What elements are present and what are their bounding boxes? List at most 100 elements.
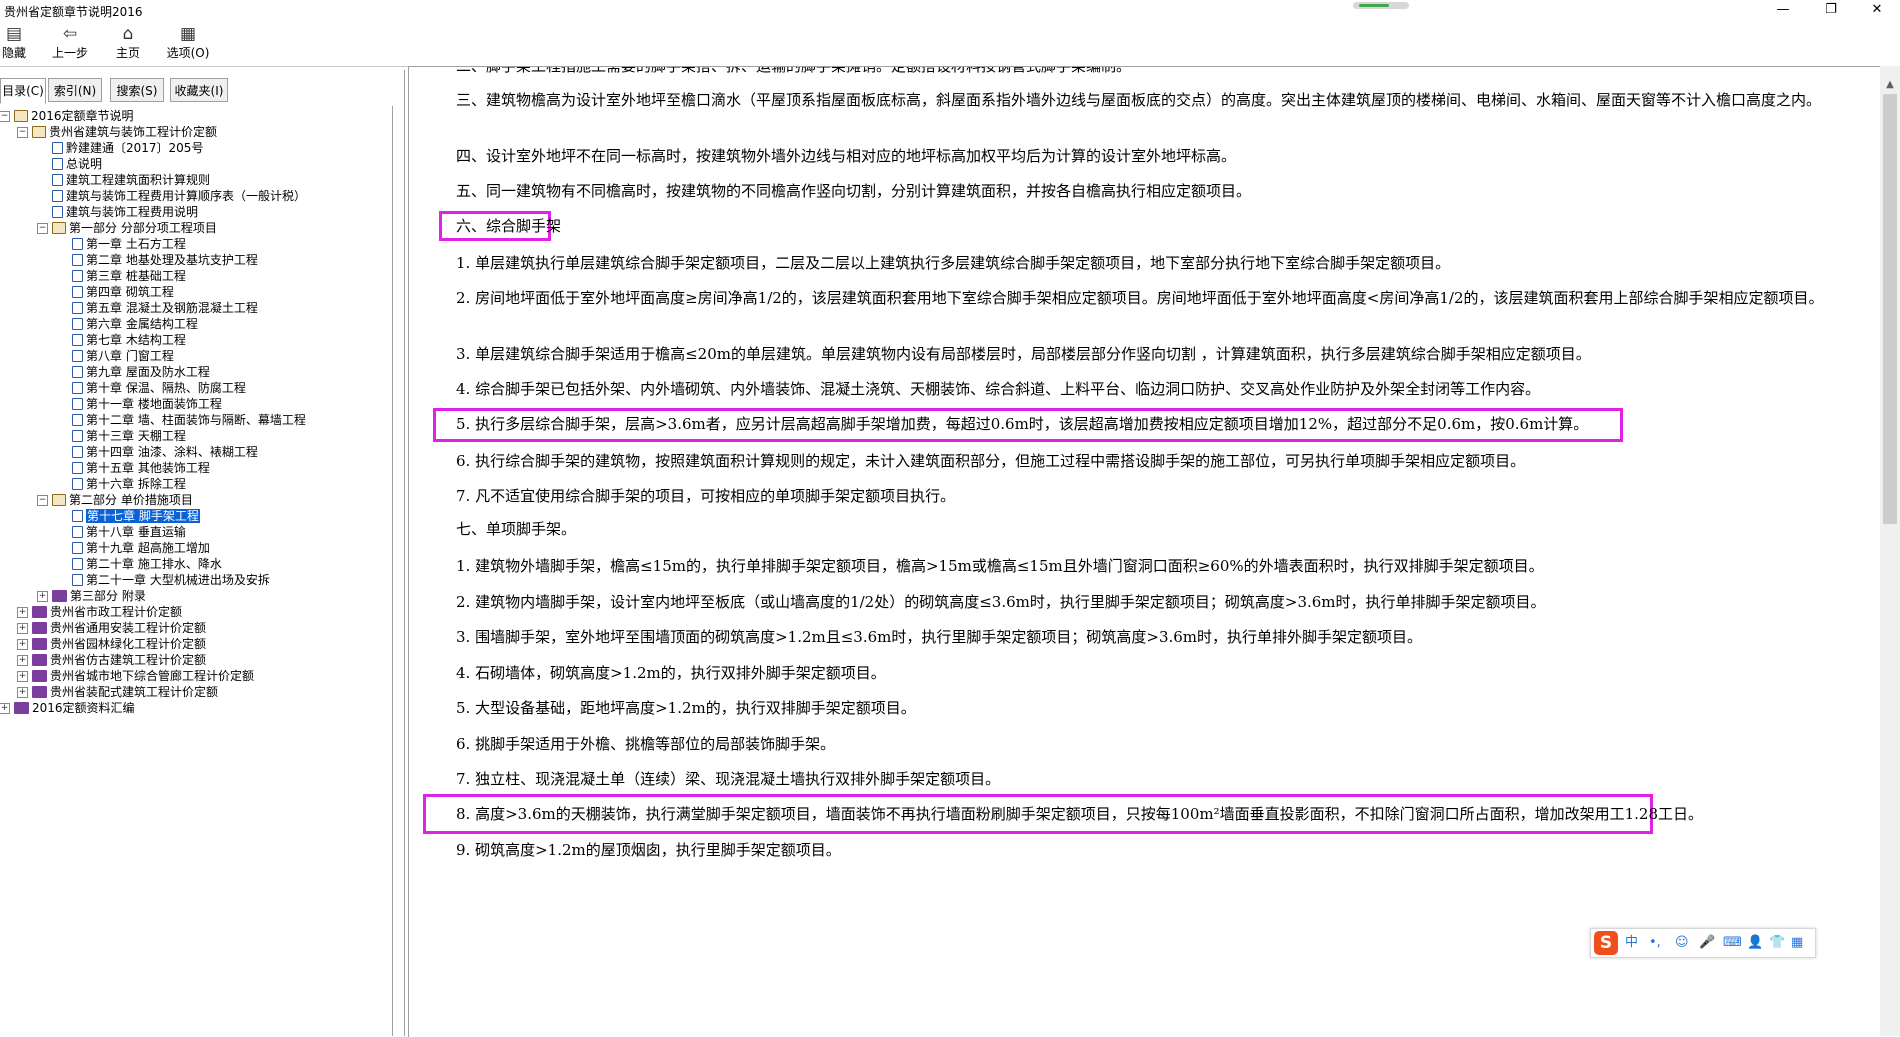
home-button[interactable]: ⌂ 主页: [112, 24, 144, 64]
ime-toolbar[interactable]: S 中 •, ☺ 🎤 ⌨ 👤 👕 ▦: [1590, 928, 1816, 958]
tab-index[interactable]: 索引(N): [48, 78, 102, 102]
tree-item-label: 贵州省园林绿化工程计价定额: [50, 637, 207, 651]
tree-item[interactable]: + 贵州省仿古建筑工程计价定额: [17, 652, 207, 668]
sogou-logo-icon[interactable]: S: [1594, 931, 1618, 955]
content-paragraph: 3. 单层建筑综合脚手架适用于檐高≤20m的单层建筑。单层建筑物内设有局部楼层时…: [456, 345, 1591, 363]
options-button[interactable]: ▦ 选项(O): [164, 24, 212, 64]
pane-splitter[interactable]: [404, 70, 405, 1036]
collapse-icon[interactable]: −: [0, 111, 10, 122]
content-paragraph: 四、设计室外地坪不在同一标高时，按建筑物外墙外边线与相对应的地坪标高加权平均后为…: [456, 147, 1237, 165]
collapse-icon[interactable]: −: [17, 127, 28, 138]
content-paragraph: 3. 围墙脚手架，室外地坪至围墙顶面的砌筑高度>1.2m且≤3.6m时，执行里脚…: [456, 628, 1423, 646]
scroll-thumb[interactable]: [1883, 94, 1897, 524]
tree-item[interactable]: 第二十一章 大型机械进出场及安拆: [72, 572, 270, 588]
book-closed-icon: [32, 654, 47, 666]
keyboard-icon[interactable]: ⌨: [1723, 933, 1742, 953]
tree-item[interactable]: − 第一部分 分部分项工程项目: [37, 220, 217, 236]
back-button[interactable]: ⇦ 上一步: [48, 24, 92, 64]
expand-icon[interactable]: +: [17, 639, 28, 650]
content-paragraph: 9. 砌筑高度>1.2m的屋顶烟囱，执行里脚手架定额项目。: [456, 841, 841, 859]
tree-item[interactable]: + 第三部分 附录: [37, 588, 146, 604]
tree-item[interactable]: 第七章 木结构工程: [72, 332, 186, 348]
collapse-icon[interactable]: −: [37, 223, 48, 234]
hide-button[interactable]: ▤ 隐藏: [0, 24, 28, 64]
tree-item[interactable]: 第十八章 垂直运输: [72, 524, 186, 540]
tree-item[interactable]: 第十六章 拆除工程: [72, 476, 186, 492]
book-closed-icon: [14, 702, 29, 714]
tree-item[interactable]: + 贵州省市政工程计价定额: [17, 604, 182, 620]
expand-icon[interactable]: +: [37, 591, 48, 602]
maximize-button[interactable]: ❐: [1808, 0, 1854, 22]
content-paragraph: 六、综合脚手架: [456, 217, 562, 235]
page-icon: [72, 350, 83, 362]
scroll-up-icon[interactable]: ▲: [1880, 76, 1900, 94]
voice-icon[interactable]: 🎤: [1699, 933, 1715, 953]
toolbox-icon[interactable]: ▦: [1791, 933, 1803, 953]
tree-item[interactable]: + 贵州省城市地下综合管廊工程计价定额: [17, 668, 255, 684]
tree-item[interactable]: + 贵州省装配式建筑工程计价定额: [17, 684, 218, 700]
tree-item[interactable]: 第六章 金属结构工程: [72, 316, 198, 332]
tree-item[interactable]: 第四章 砌筑工程: [72, 284, 174, 300]
tree-item[interactable]: 第十五章 其他装饰工程: [72, 460, 210, 476]
close-button[interactable]: ✕: [1854, 0, 1900, 22]
page-icon: [72, 446, 83, 458]
content-paragraph: 1. 单层建筑执行单层建筑综合脚手架定额项目，二层及二层以上建筑执行多层建筑综合…: [456, 254, 1451, 272]
book-open-icon: [32, 126, 46, 138]
collapse-icon[interactable]: −: [37, 495, 48, 506]
user-icon[interactable]: 👤: [1747, 933, 1763, 953]
tree-item-label: 贵州省仿古建筑工程计价定额: [50, 653, 207, 667]
tree-item-label: 总说明: [66, 157, 103, 171]
book-closed-icon: [32, 622, 47, 634]
window-title: 贵州省定额章节说明2016: [4, 5, 143, 19]
tree-item[interactable]: 总说明: [52, 156, 102, 172]
tree-item[interactable]: 建筑与装饰工程费用说明: [52, 204, 198, 220]
expand-icon[interactable]: +: [17, 607, 28, 618]
tree-item-label: 第十八章 垂直运输: [86, 525, 186, 539]
expand-icon[interactable]: +: [17, 623, 28, 634]
content-scrollbar[interactable]: ▲: [1880, 66, 1900, 1036]
tree-item[interactable]: 第三章 桩基础工程: [72, 268, 186, 284]
tree-item[interactable]: 第十二章 墙、柱面装饰与隔断、幕墙工程: [72, 412, 306, 428]
emoji-icon[interactable]: ☺: [1675, 933, 1689, 953]
expand-icon[interactable]: +: [17, 687, 28, 698]
tree-item[interactable]: 第八章 门窗工程: [72, 348, 174, 364]
tree-item[interactable]: − 贵州省建筑与装饰工程计价定额: [17, 124, 217, 140]
tree-item[interactable]: 第十章 保温、隔热、防腐工程: [72, 380, 246, 396]
tree-item[interactable]: 第十一章 楼地面装饰工程: [72, 396, 222, 412]
tab-contents[interactable]: 目录(C): [0, 78, 46, 104]
tree-item[interactable]: + 贵州省园林绿化工程计价定额: [17, 636, 207, 652]
tree-item[interactable]: − 2016定额章节说明: [0, 108, 134, 124]
tree-item-label: 建筑与装饰工程费用说明: [66, 205, 199, 219]
tree-item[interactable]: 第五章 混凝土及钢筋混凝土工程: [72, 300, 258, 316]
tree-item[interactable]: 第一章 土石方工程: [72, 236, 186, 252]
tree-item-label: 第十九章 超高施工增加: [86, 541, 210, 555]
content-paragraph: 1. 建筑物外墙脚手架，檐高≤15m的，执行单排脚手架定额项目，檐高>15m或檐…: [456, 557, 1544, 575]
tree-item[interactable]: − 第二部分 单价措施项目: [37, 492, 193, 508]
tree-item[interactable]: 建筑与装饰工程费用计算顺序表（一般计税）: [52, 188, 306, 204]
tree-item[interactable]: 第二章 地基处理及基坑支护工程: [72, 252, 258, 268]
skin-icon[interactable]: 👕: [1769, 933, 1785, 953]
tree-item-label: 第十六章 拆除工程: [86, 477, 186, 491]
tree-item[interactable]: +2016定额资料汇编: [0, 700, 135, 716]
tree-item[interactable]: 第十七章 脚手架工程: [72, 508, 200, 524]
tree-item[interactable]: 第十四章 油漆、涂料、裱糊工程: [72, 444, 258, 460]
page-icon: [72, 398, 83, 410]
tree-item[interactable]: 第十九章 超高施工增加: [72, 540, 210, 556]
tree-item[interactable]: 第二十章 施工排水、降水: [72, 556, 222, 572]
tree-item-label: 贵州省城市地下综合管廊工程计价定额: [50, 669, 255, 683]
ime-punct-icon[interactable]: •,: [1649, 933, 1661, 953]
tree-item-label: 第十四章 油漆、涂料、裱糊工程: [86, 445, 258, 459]
ime-mode[interactable]: 中: [1625, 933, 1638, 953]
tree-item[interactable]: 第九章 屋面及防水工程: [72, 364, 210, 380]
tab-search[interactable]: 搜索(S): [110, 78, 164, 102]
expand-icon[interactable]: +: [0, 703, 10, 714]
page-icon: [72, 334, 83, 346]
tree-item[interactable]: 建筑工程建筑面积计算规则: [52, 172, 210, 188]
minimize-button[interactable]: —: [1760, 0, 1806, 22]
expand-icon[interactable]: +: [17, 671, 28, 682]
tree-item[interactable]: + 贵州省通用安装工程计价定额: [17, 620, 206, 636]
tree-item[interactable]: 黔建建通〔2017〕205号: [52, 140, 203, 156]
tab-favorites[interactable]: 收藏夹(I): [170, 78, 228, 102]
expand-icon[interactable]: +: [17, 655, 28, 666]
tree-item[interactable]: 第十三章 天棚工程: [72, 428, 186, 444]
